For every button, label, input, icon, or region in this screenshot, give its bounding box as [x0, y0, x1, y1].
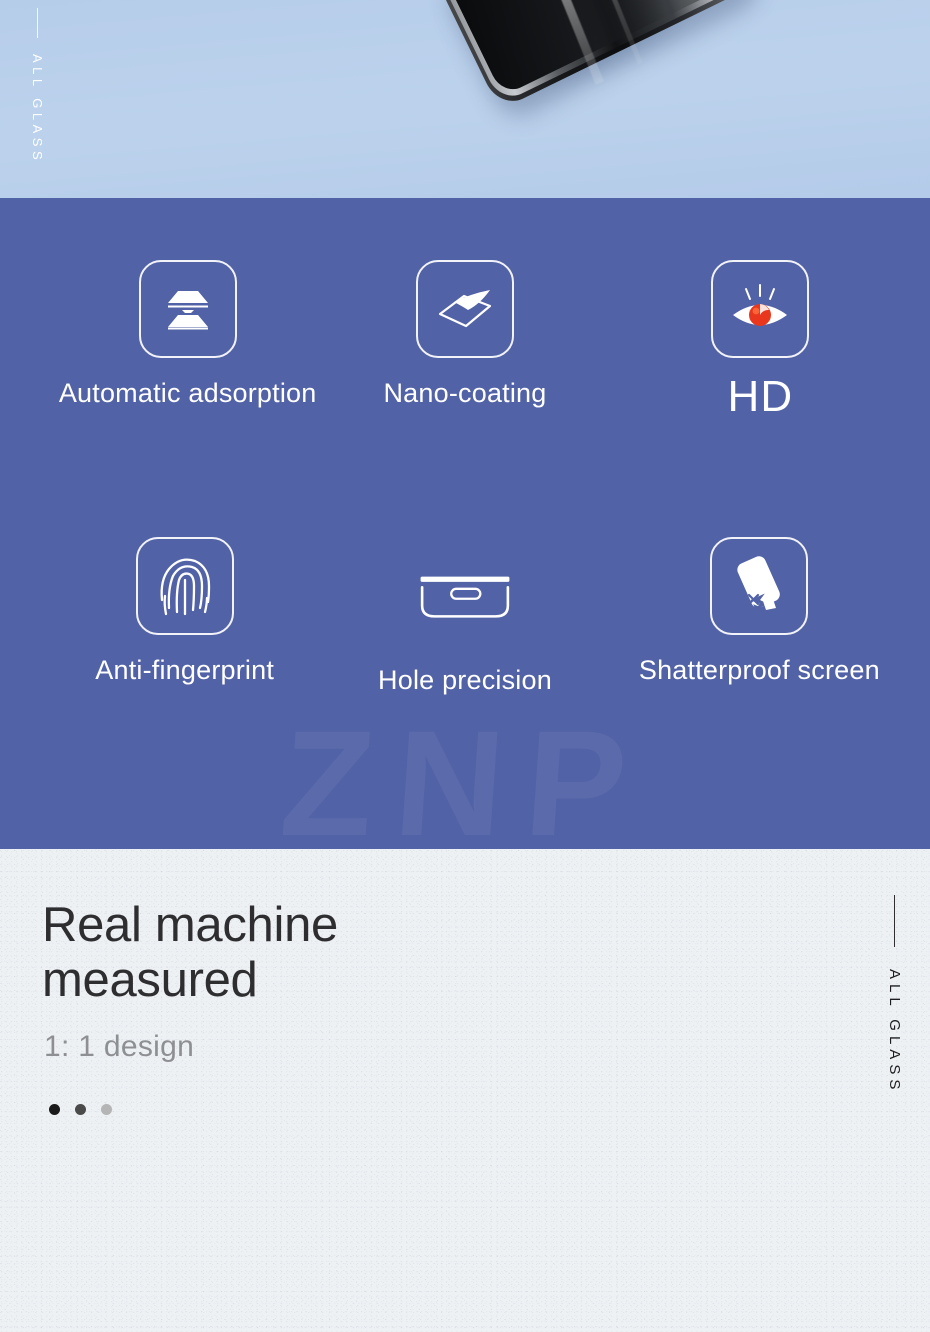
feature-item-anti-fingerprint[interactable]: Anti-fingerprint — [40, 536, 323, 814]
auto-adsorption-icon — [138, 260, 237, 358]
feature-label: Nano-coating — [383, 378, 547, 408]
feature-item-shatterproof[interactable]: Shatterproof screen — [607, 536, 890, 814]
feature-item-hole-precision[interactable]: Hole precision — [323, 537, 606, 814]
hd-eye-icon — [711, 260, 810, 358]
nano-coating-icon — [415, 260, 514, 358]
carousel-dots[interactable] — [49, 1104, 112, 1115]
carousel-dot-3[interactable] — [101, 1104, 112, 1115]
real-machine-side-branding: ALL GLASS — [886, 895, 903, 1094]
feature-label: Automatic adsorption — [58, 378, 317, 408]
features-section: ZNP Automatic adsorption Nano-coating HD… — [0, 198, 930, 849]
realm-all-glass-label: ALL GLASS — [886, 969, 903, 1095]
feature-item-hd[interactable]: HD — [607, 260, 890, 537]
hero-side-branding: ALL GLASS — [30, 8, 45, 164]
feature-label: Shatterproof screen — [638, 654, 880, 685]
carousel-dot-1[interactable] — [49, 1104, 60, 1115]
hero-section: ALL GLASS — [0, 0, 930, 198]
hero-all-glass-label: ALL GLASS — [30, 54, 45, 165]
feature-item-nano-coating[interactable]: Nano-coating — [323, 260, 606, 537]
hole-precision-icon — [416, 549, 514, 647]
feature-grid: Automatic adsorption Nano-coating HD Ant… — [0, 198, 930, 849]
feature-label: Anti-fingerprint — [95, 654, 275, 685]
feature-label: HD — [727, 372, 794, 421]
product-detail-page: ALL GLASS ZNP Automatic adsorption Nano-… — [0, 0, 930, 1332]
vertical-rule — [37, 8, 38, 38]
carousel-dot-2[interactable] — [75, 1104, 86, 1115]
fingerprint-icon — [135, 536, 234, 635]
feature-item-automatic-adsorption[interactable]: Automatic adsorption — [40, 260, 323, 537]
page-title: Real machine measured — [42, 898, 338, 1007]
vertical-rule — [894, 895, 895, 947]
page-subtitle: 1: 1 design — [44, 1030, 195, 1063]
feature-label: Hole precision — [378, 664, 552, 695]
shatterproof-icon — [710, 536, 809, 635]
